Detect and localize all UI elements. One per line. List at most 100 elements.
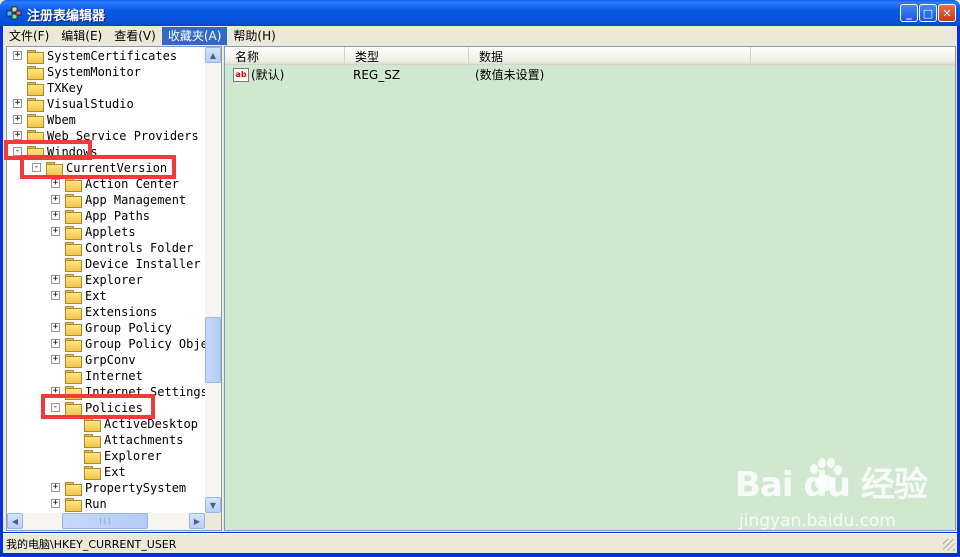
expand-icon[interactable]: + [51,195,60,204]
folder-icon [65,290,82,304]
folder-icon [65,178,82,192]
menu-favorites[interactable]: 收藏夹(A) [161,26,228,45]
value-data: (数值未设置) [475,68,545,82]
folder-icon [65,274,82,288]
expand-icon[interactable]: + [13,51,22,60]
tree-node-label: Group Policy Obje [85,337,205,351]
expand-icon[interactable]: + [51,499,60,508]
tree-node[interactable]: + Wbem [7,112,205,128]
tree-node-label: ActiveDesktop [104,417,198,431]
tree-node[interactable]: + Internet Settings [7,384,205,400]
folder-icon [84,466,101,480]
list-header: 名称 类型 数据 [225,47,955,65]
tree-node[interactable]: + Run [7,496,205,512]
expand-icon[interactable]: + [51,323,60,332]
tree-node[interactable]: + Web Service Providers [7,128,205,144]
tree-node[interactable]: Internet [7,368,205,384]
menu-help[interactable]: 帮助(H) [227,27,281,45]
tree-node[interactable]: + Group Policy [7,320,205,336]
title-bar[interactable]: 注册表编辑器 _ □ ✕ [0,0,960,26]
menu-view[interactable]: 查看(V) [108,27,162,45]
expand-icon[interactable]: + [51,355,60,364]
tree-node[interactable]: + Explorer [7,272,205,288]
close-button[interactable]: ✕ [938,4,956,22]
scroll-up-button[interactable]: ▲ [205,47,221,63]
tree-node[interactable]: + App Paths [7,208,205,224]
folder-icon [65,386,82,400]
column-type[interactable]: 类型 [345,47,469,65]
folder-icon [65,402,82,416]
scroll-down-button[interactable]: ▼ [205,497,221,513]
tree-node[interactable]: + Ext [7,288,205,304]
tree-node[interactable]: Ext [7,464,205,480]
expand-icon[interactable]: + [51,387,60,396]
tree-node[interactable]: ActiveDesktop [7,416,205,432]
registry-editor-window: 注册表编辑器 _ □ ✕ 文件(F) 编辑(E) 查看(V) 收藏夹(A) 帮助… [0,0,960,557]
folder-icon [84,434,101,448]
tree-node[interactable]: Controls Folder [7,240,205,256]
window-title: 注册表编辑器 [27,9,106,24]
value-row[interactable]: ab (默认) REG_SZ (数值未设置) [225,67,955,83]
tree-node[interactable]: Extensions [7,304,205,320]
tree-node[interactable]: - Windows [7,144,205,160]
menu-edit[interactable]: 编辑(E) [55,27,108,45]
folder-icon [65,322,82,336]
tree-node[interactable]: + SystemCertificates [7,48,205,64]
expand-icon[interactable]: + [51,211,60,220]
expand-icon[interactable]: + [51,227,60,236]
column-data[interactable]: 数据 [469,47,751,65]
folder-icon [27,114,44,128]
value-name: (默认) [251,68,285,82]
scroll-right-button[interactable]: ▶ [189,513,205,529]
maximize-button[interactable]: □ [919,4,937,22]
tree-node[interactable]: Device Installer [7,256,205,272]
tree-node[interactable]: SystemMonitor [7,64,205,80]
tree-node[interactable]: + PropertySystem [7,480,205,496]
tree-node[interactable]: + GrpConv [7,352,205,368]
tree-horizontal-scrollbar[interactable]: ◀ ||| ▶ [7,513,221,530]
folder-icon [65,258,82,272]
value-list[interactable]: 名称 类型 数据 ab (默认) REG_SZ (数值未设置) [224,46,956,531]
tree-node-label: Run [85,497,107,511]
value-type: REG_SZ [353,68,401,82]
menu-file[interactable]: 文件(F) [3,27,55,45]
tree-node[interactable]: + Group Policy Obje [7,336,205,352]
tree-node[interactable]: + App Management [7,192,205,208]
horizontal-scroll-thumb[interactable]: ||| [62,513,148,529]
folder-icon [27,98,44,112]
tree-node-label: Device Installer [85,257,201,271]
tree-node-label: Controls Folder [85,241,194,255]
tree-node-label: Attachments [104,433,184,447]
tree-node-label: Windows [47,145,98,159]
tree-node-label: Applets [85,225,136,239]
tree-node[interactable]: - CurrentVersion [7,160,205,176]
vertical-scroll-thumb[interactable] [205,317,221,383]
tree-node[interactable]: Explorer [7,448,205,464]
folder-icon [46,162,63,176]
tree-node[interactable]: TXKey [7,80,205,96]
tree-node[interactable]: + VisualStudio [7,96,205,112]
scroll-left-button[interactable]: ◀ [7,513,23,529]
folder-icon [65,370,82,384]
expand-icon[interactable]: + [51,483,60,492]
tree-node-label: TXKey [47,81,84,95]
expand-icon[interactable]: + [51,179,60,188]
collapse-icon[interactable]: - [32,163,41,172]
expand-icon[interactable]: + [51,291,60,300]
resize-grip[interactable] [943,539,955,551]
column-name[interactable]: 名称 [225,47,345,65]
expand-icon[interactable]: + [51,339,60,348]
tree-vertical-scrollbar[interactable]: ▲ ▼ [205,47,221,513]
tree-node[interactable]: + Action Center [7,176,205,192]
tree-node[interactable]: + Applets [7,224,205,240]
expand-icon[interactable]: + [13,115,22,124]
tree-node[interactable]: - Policies [7,400,205,416]
collapse-icon[interactable]: - [13,147,22,156]
minimize-button[interactable]: _ [900,4,918,22]
expand-icon[interactable]: + [51,275,60,284]
tree-node[interactable]: Attachments [7,432,205,448]
expand-icon[interactable]: + [13,99,22,108]
tree-node-label: Extensions [85,305,158,319]
expand-icon[interactable]: + [13,131,22,140]
collapse-icon[interactable]: - [51,403,60,412]
